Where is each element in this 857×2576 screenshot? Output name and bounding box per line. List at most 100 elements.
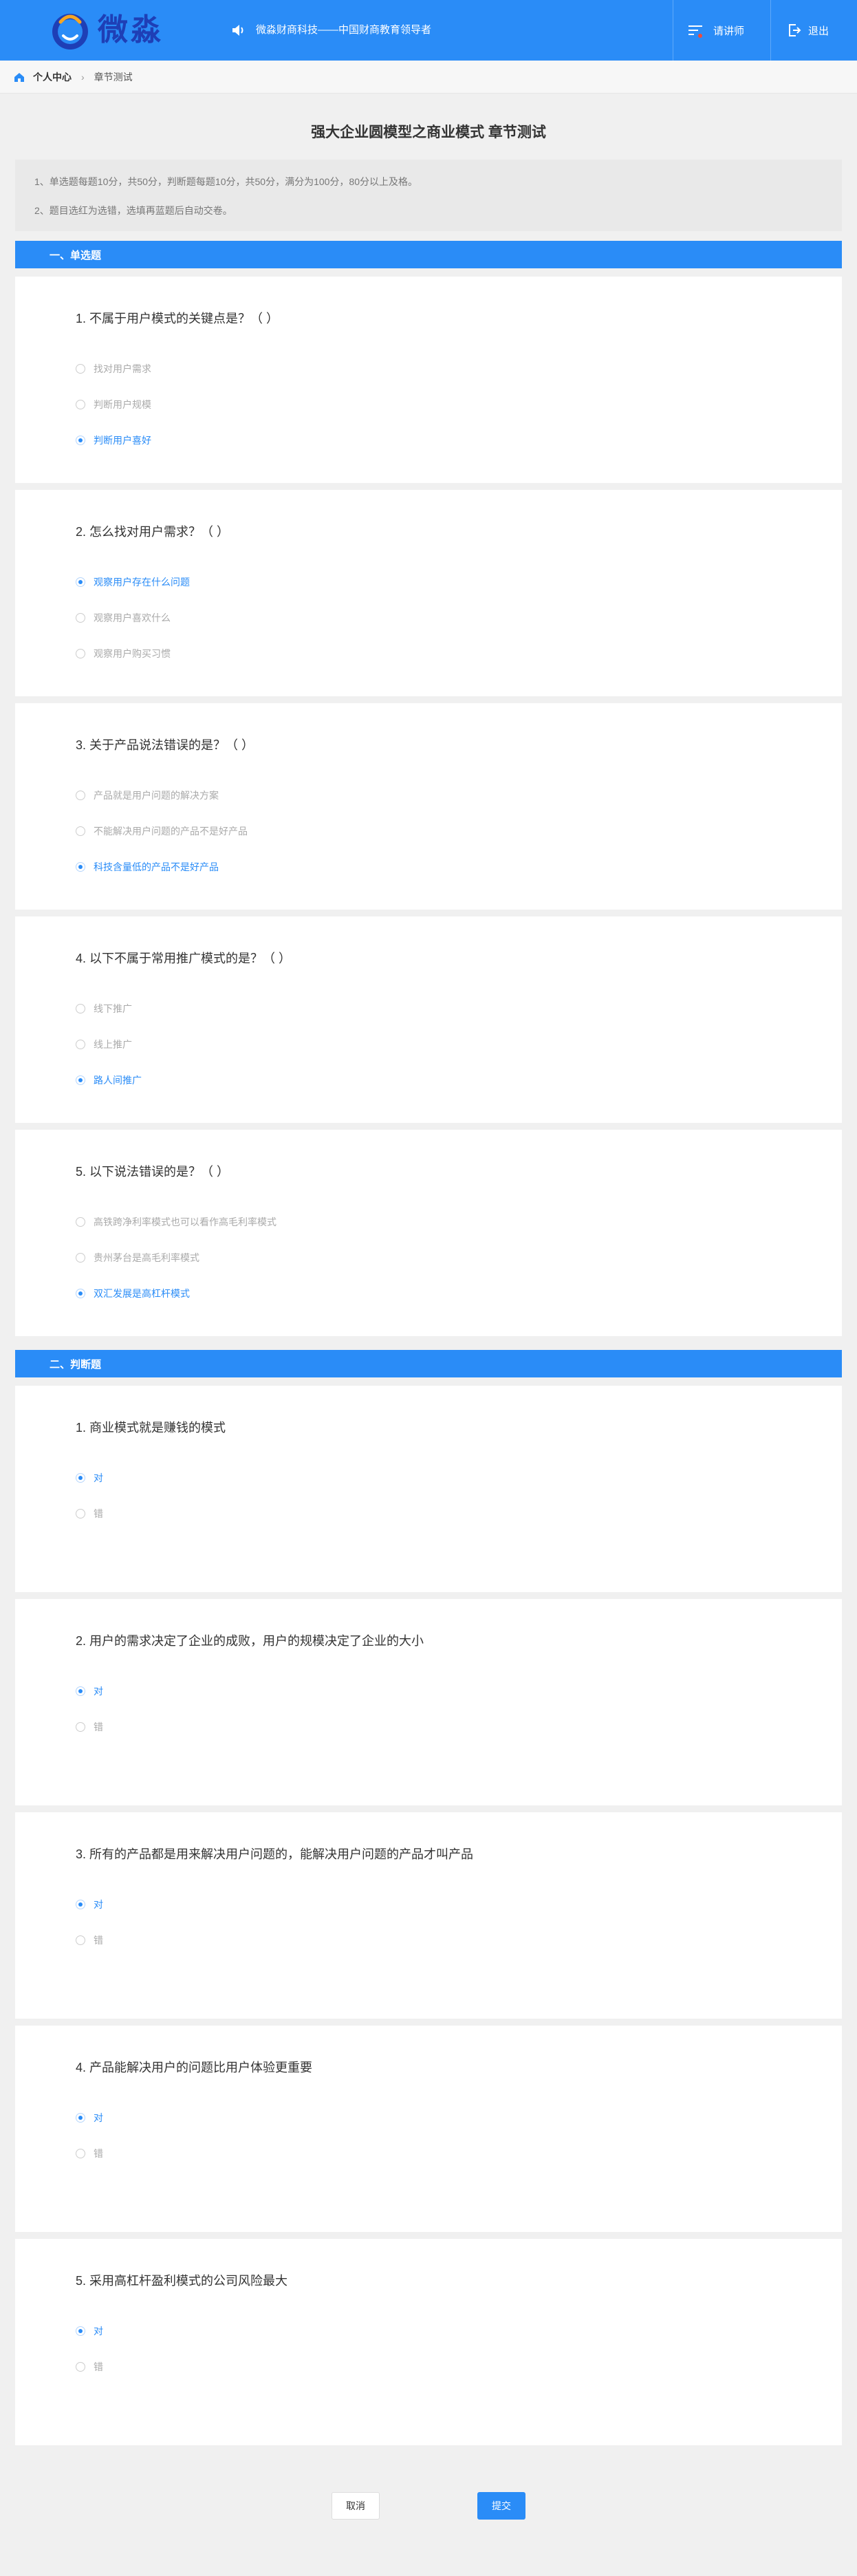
breadcrumb-home-link[interactable]: 个人中心 xyxy=(33,70,72,84)
radio-icon[interactable] xyxy=(76,364,85,374)
brand-logo-icon[interactable] xyxy=(48,8,92,52)
radio-icon[interactable] xyxy=(76,2326,85,2336)
brand-name[interactable]: 微淼 xyxy=(98,14,164,47)
radio-icon[interactable] xyxy=(76,826,85,836)
radio-icon[interactable] xyxy=(76,400,85,409)
question-title: 3. 关于产品说法错误的是？（ ） xyxy=(76,738,254,752)
answer-option[interactable]: 科技含量低的产品不是好产品 xyxy=(76,860,219,874)
option-label: 不能解决用户问题的产品不是好产品 xyxy=(94,826,248,837)
answer-option[interactable]: 错 xyxy=(76,1507,103,1521)
option-label: 贵州茅台是高毛利率模式 xyxy=(94,1252,199,1263)
answer-option[interactable]: 高铁跨净利率模式也可以看作高毛利率模式 xyxy=(76,1215,276,1229)
section-header: 一、单选题 xyxy=(15,241,842,268)
answer-option[interactable]: 错 xyxy=(76,1720,103,1734)
question-card: 5. 以下说法错误的是？（ ） 高铁跨净利率模式也可以看作高毛利率模式 贵州茅台是高… xyxy=(15,1130,842,1336)
answer-option[interactable]: 对 xyxy=(76,1471,103,1485)
option-label: 观察用户存在什么问题 xyxy=(94,577,190,588)
question-title: 5. 采用高杠杆盈利模式的公司风险最大 xyxy=(76,2274,288,2288)
question-card: 3. 所有的产品都是用来解决用户问题的，能解决用户问题的产品才叫产品对错 xyxy=(15,1812,842,2019)
radio-icon[interactable] xyxy=(76,2149,85,2158)
answer-option[interactable]: 对 xyxy=(76,1898,103,1911)
radio-icon[interactable] xyxy=(76,1473,85,1483)
question-card: 2. 怎么找对用户需求？（ ） 观察用户存在什么问题 观察用户喜欢什么 观察用户购买习… xyxy=(15,490,842,696)
question-title: 4. 产品能解决用户的问题比用户体验更重要 xyxy=(76,2061,313,2074)
option-label: 双汇发展是高杠杆模式 xyxy=(94,1288,190,1299)
radio-icon[interactable] xyxy=(76,1900,85,1909)
question-title: 1. 商业模式就是赚钱的模式 xyxy=(76,1421,226,1435)
radio-icon[interactable] xyxy=(76,2113,85,2123)
question-card: 2. 用户的需求决定了企业的成败，用户的规模决定了企业的大小对错 xyxy=(15,1599,842,1805)
radio-icon[interactable] xyxy=(76,1217,85,1227)
option-label: 观察用户购买习惯 xyxy=(94,648,171,659)
radio-icon[interactable] xyxy=(76,613,85,623)
answer-option[interactable]: 判断用户喜好 xyxy=(76,433,151,447)
option-label: 错 xyxy=(94,2361,103,2372)
question-title: 2. 用户的需求决定了企业的成败，用户的规模决定了企业的大小 xyxy=(76,1634,424,1648)
radio-icon[interactable] xyxy=(76,1935,85,1945)
answer-option[interactable]: 错 xyxy=(76,1933,103,1947)
breadcrumb-current: 章节测试 xyxy=(94,71,133,83)
question-card: 3. 关于产品说法错误的是？（ ） 产品就是用户问题的解决方案不能解决用户问题的产… xyxy=(15,703,842,910)
answer-option[interactable]: 观察用户存在什么问题 xyxy=(76,575,190,589)
radio-icon[interactable] xyxy=(76,1686,85,1696)
option-label: 对 xyxy=(94,1899,103,1910)
radio-icon[interactable] xyxy=(76,1289,85,1298)
answer-option[interactable]: 找对用户需求 xyxy=(76,362,151,376)
instruction-line: 1、单选题每题10分，共50分，判断题每题10分，共50分，满分为100分，80… xyxy=(34,176,418,187)
option-label: 观察用户喜欢什么 xyxy=(94,612,171,623)
submit-button[interactable]: 提交 xyxy=(477,2492,525,2520)
option-label: 线上推广 xyxy=(94,1039,132,1050)
radio-icon[interactable] xyxy=(76,1509,85,1518)
answer-option[interactable]: 线上推广 xyxy=(76,1038,132,1051)
signal-bars-icon xyxy=(688,25,702,38)
top-navigation-bar: 微淼 微淼财商科技——中国财商教育领导者 请讲师 退出 xyxy=(0,0,857,61)
answer-option[interactable]: 产品就是用户问题的解决方案 xyxy=(76,788,219,802)
answer-option[interactable]: 对 xyxy=(76,2324,103,2338)
option-label: 对 xyxy=(94,2112,103,2123)
option-label: 错 xyxy=(94,1721,103,1732)
radio-icon[interactable] xyxy=(76,1722,85,1732)
option-label: 路人间推广 xyxy=(94,1075,142,1086)
radio-icon[interactable] xyxy=(76,791,85,800)
slogan-text: 微淼财商科技——中国财商教育领导者 xyxy=(256,24,432,36)
home-icon[interactable] xyxy=(14,72,25,83)
answer-option[interactable]: 贵州茅台是高毛利率模式 xyxy=(76,1251,199,1265)
answer-option[interactable]: 线下推广 xyxy=(76,1002,132,1016)
radio-icon[interactable] xyxy=(76,1004,85,1013)
option-label: 错 xyxy=(94,2148,103,2159)
option-label: 判断用户喜好 xyxy=(94,435,151,446)
answer-option[interactable]: 观察用户喜欢什么 xyxy=(76,611,171,625)
answer-option[interactable]: 观察用户购买习惯 xyxy=(76,647,171,661)
cancel-button[interactable]: 取消 xyxy=(332,2492,380,2520)
answer-option[interactable]: 对 xyxy=(76,2111,103,2125)
radio-icon[interactable] xyxy=(76,649,85,658)
answer-option[interactable]: 错 xyxy=(76,2147,103,2160)
answer-option[interactable]: 双汇发展是高杠杆模式 xyxy=(76,1287,190,1300)
question-card: 5. 采用高杠杆盈利模式的公司风险最大对错 xyxy=(15,2239,842,2445)
radio-icon[interactable] xyxy=(76,436,85,445)
logout-button[interactable]: 退出 xyxy=(770,0,857,61)
answer-option[interactable]: 判断用户规模 xyxy=(76,398,151,411)
answer-option[interactable]: 路人间推广 xyxy=(76,1073,142,1087)
option-label: 错 xyxy=(94,1508,103,1519)
question-card: 4. 以下不属于常用推广模式的是？（ ） 线下推广 线上推广 路人间推广 xyxy=(15,916,842,1123)
answer-option[interactable]: 不能解决用户问题的产品不是好产品 xyxy=(76,824,248,838)
question-card: 1. 商业模式就是赚钱的模式对错 xyxy=(15,1386,842,1592)
radio-icon[interactable] xyxy=(76,1040,85,1049)
radio-icon[interactable] xyxy=(76,1253,85,1263)
question-card: 1. 不属于用户模式的关键点是？（ ） 找对用户需求 判断用户规模 判断用户喜好 xyxy=(15,277,842,483)
radio-icon[interactable] xyxy=(76,1075,85,1085)
breadcrumb: 个人中心 › 章节测试 xyxy=(0,61,857,94)
option-label: 找对用户需求 xyxy=(94,363,151,374)
option-label: 产品就是用户问题的解决方案 xyxy=(94,790,219,801)
page-title: 强大企业圆模型之商业模式 章节测试 xyxy=(311,125,546,140)
option-label: 对 xyxy=(94,2326,103,2337)
answer-option[interactable]: 对 xyxy=(76,1684,103,1698)
lecturer-menu[interactable]: 请讲师 xyxy=(673,0,770,61)
instruction-line: 2、题目选红为选错，选填再蓝题后自动交卷。 xyxy=(34,205,232,216)
radio-icon[interactable] xyxy=(76,2362,85,2372)
answer-option[interactable]: 错 xyxy=(76,2360,103,2374)
radio-icon[interactable] xyxy=(76,862,85,872)
radio-icon[interactable] xyxy=(76,577,85,587)
option-label: 线下推广 xyxy=(94,1003,132,1014)
